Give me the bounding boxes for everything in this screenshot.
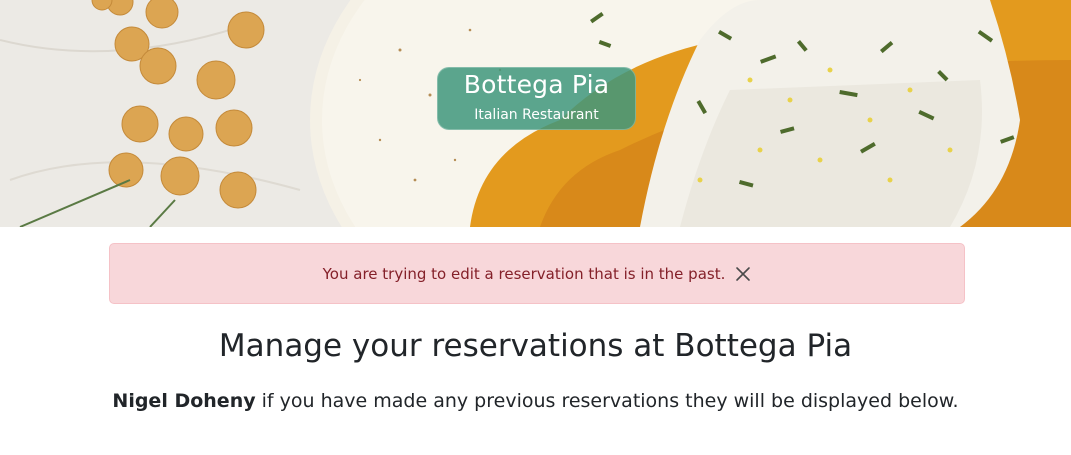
alert-message: You are trying to edit a reservation tha… [322,264,726,283]
hero-banner: Bottega Pia Italian Restaurant [0,0,1071,227]
intro-message: if you have made any previous reservatio… [255,390,959,412]
page-title: Manage your reservations at Bottega Pia [218,328,853,364]
user-name: Nigel Doheny [112,390,256,412]
intro-text: Nigel Doheny if you have made any previo… [0,388,1071,414]
close-icon[interactable] [735,266,751,282]
brand-name: Bottega Pia [463,70,610,99]
brand-badge[interactable]: Bottega Pia Italian Restaurant [437,67,636,130]
brand-subtitle: Italian Restaurant [474,107,599,123]
error-alert: You are trying to edit a reservation tha… [109,243,965,304]
